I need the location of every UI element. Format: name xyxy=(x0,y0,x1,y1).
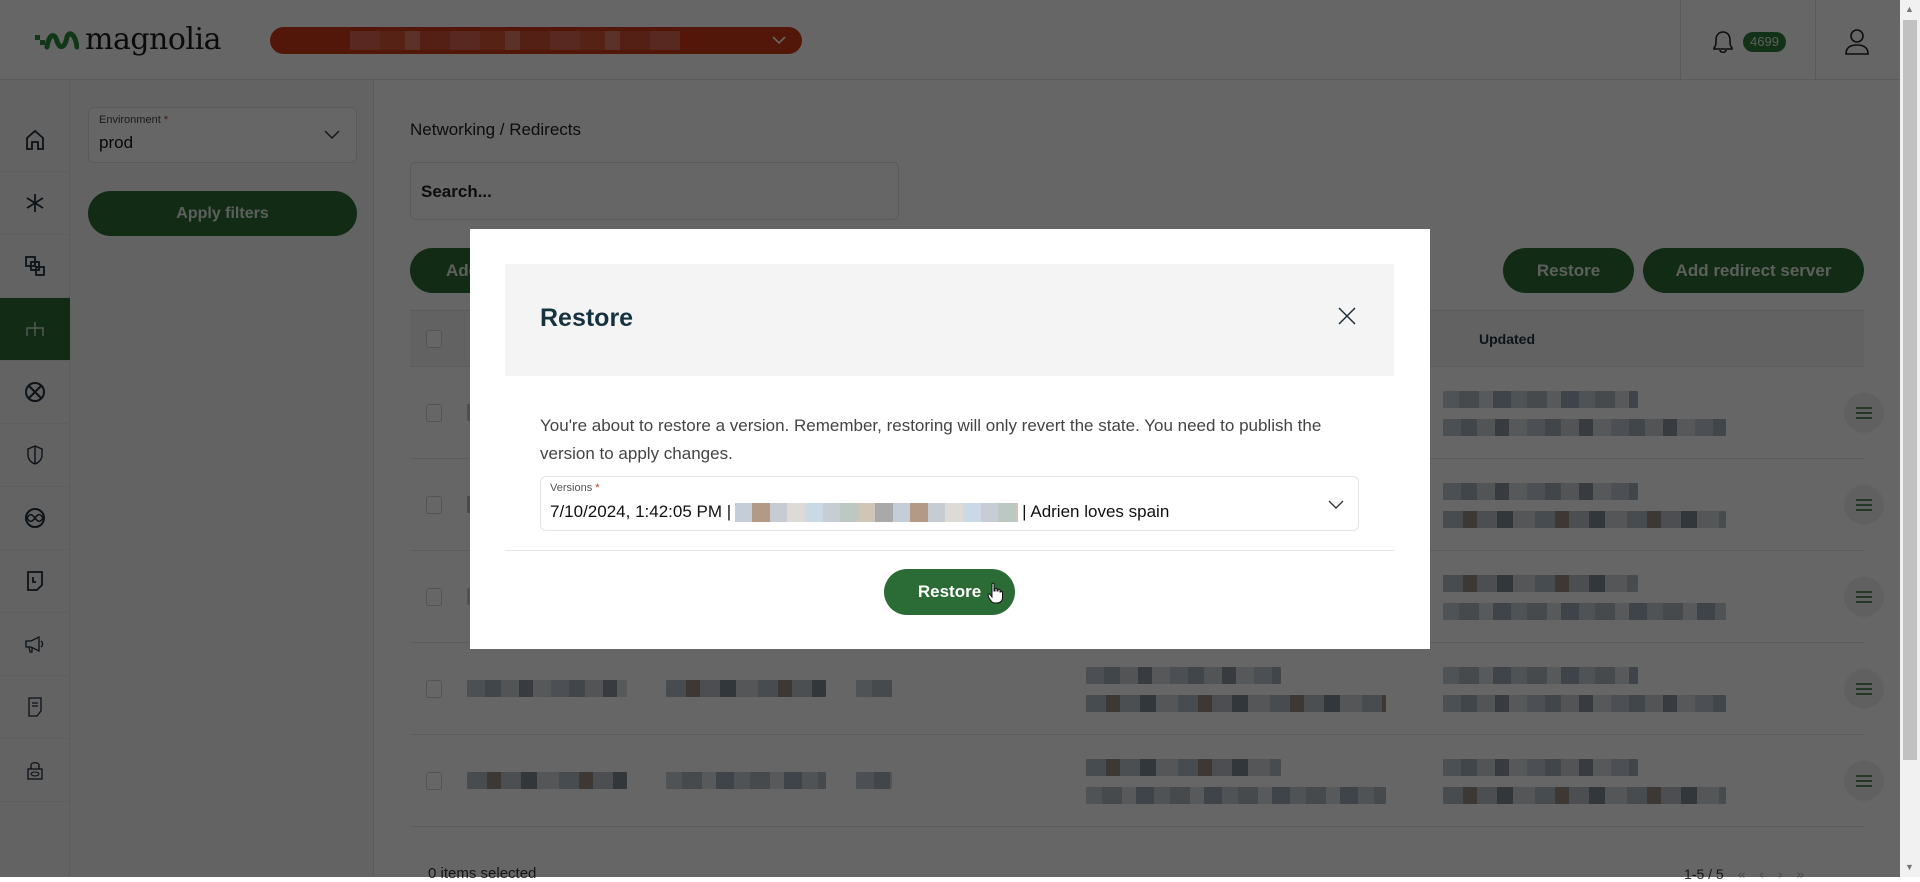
version-date: 7/10/2024, 1:42:05 PM | xyxy=(550,502,732,521)
versions-value: 7/10/2024, 1:42:05 PM | | Adrien loves s… xyxy=(550,502,1169,522)
versions-label: Versions * xyxy=(550,482,600,494)
scroll-up-arrow[interactable]: ▲ xyxy=(1905,4,1914,14)
scrollbar-thumb[interactable] xyxy=(1903,20,1917,760)
close-icon[interactable] xyxy=(1336,305,1358,327)
version-comment: | Adrien loves spain xyxy=(1022,502,1170,521)
versions-select[interactable]: Versions * 7/10/2024, 1:42:05 PM | | Adr… xyxy=(540,476,1359,531)
dialog-header: Restore xyxy=(505,264,1394,376)
redacted-version-author xyxy=(735,502,1019,522)
dialog-title: Restore xyxy=(540,304,634,332)
restore-dialog: Restore You're about to restore a versio… xyxy=(470,229,1430,649)
hand-pointer-cursor-icon xyxy=(987,582,1003,604)
page-scrollbar[interactable]: ▲ ▼ xyxy=(1900,0,1920,877)
dialog-message: You're about to restore a version. Remem… xyxy=(540,416,1322,463)
dialog-divider xyxy=(505,550,1394,551)
scroll-down-arrow[interactable]: ▼ xyxy=(1905,862,1914,872)
chevron-down-icon xyxy=(1328,500,1344,509)
